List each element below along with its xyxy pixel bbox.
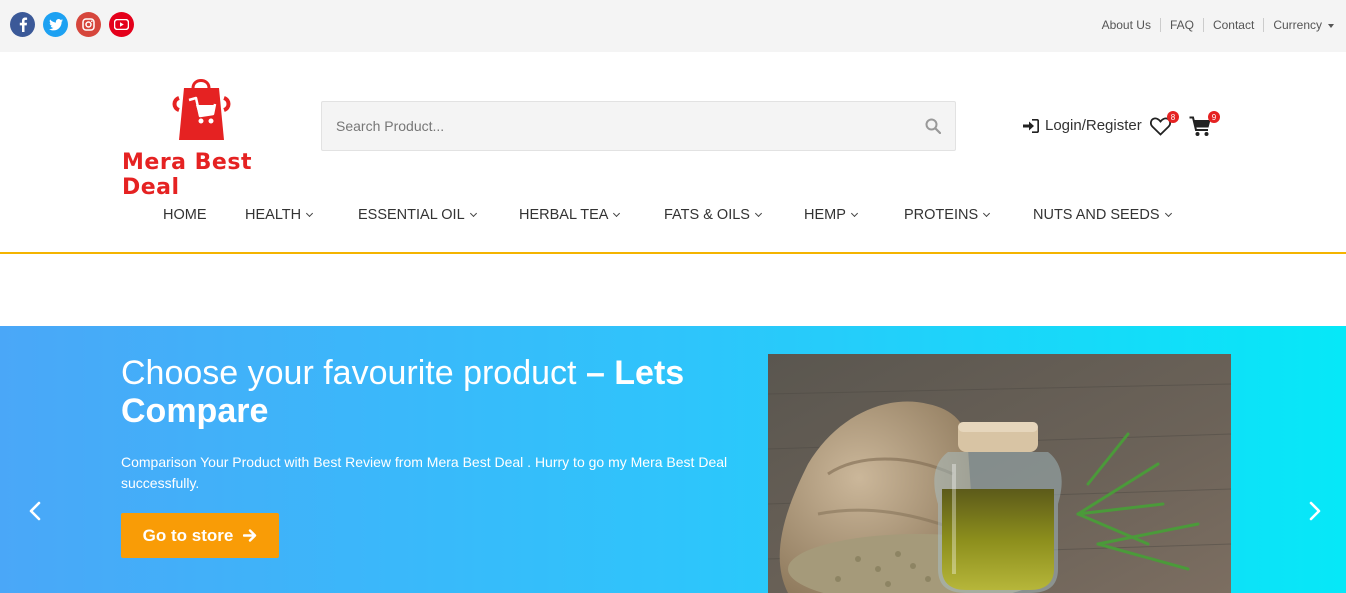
search-input[interactable] bbox=[322, 102, 882, 150]
main-nav: HOME HEALTH ESSENTIAL OIL HERBAL TEA FAT… bbox=[0, 200, 1346, 230]
nav-item-proteins[interactable]: PROTEINS bbox=[904, 207, 991, 223]
chevron-down-icon bbox=[850, 209, 858, 218]
nav-item-fats-oils[interactable]: FATS & OILS bbox=[664, 207, 762, 223]
login-register-label: Login/Register bbox=[1045, 117, 1142, 134]
go-to-store-label: Go to store bbox=[142, 525, 234, 545]
nav-item-label: PROTEINS bbox=[904, 207, 979, 223]
nav-item-label: FATS & OILS bbox=[664, 207, 750, 223]
chevron-down-icon bbox=[469, 209, 477, 218]
nav-item-hemp[interactable]: HEMP bbox=[804, 207, 858, 223]
brand-logo[interactable]: Mera Best Deal bbox=[122, 78, 282, 200]
chevron-down-icon bbox=[754, 209, 762, 218]
chevron-down-icon bbox=[983, 209, 991, 218]
nav-item-label: HEALTH bbox=[245, 207, 302, 223]
nav-item-herbal-tea[interactable]: HERBAL TEA bbox=[519, 207, 621, 223]
nav-item-label: HOME bbox=[163, 207, 207, 223]
top-links: About Us FAQ Contact Currency bbox=[1093, 18, 1334, 32]
sign-in-icon bbox=[1023, 118, 1039, 133]
hero-product-image bbox=[768, 354, 1231, 593]
top-bar: About Us FAQ Contact Currency bbox=[0, 0, 1346, 52]
search-icon[interactable] bbox=[925, 118, 942, 139]
chevron-down-icon bbox=[1164, 209, 1172, 218]
instagram-icon[interactable] bbox=[76, 12, 101, 37]
nav-item-essential-oil[interactable]: ESSENTIAL OIL bbox=[358, 207, 477, 223]
chevron-down-icon bbox=[306, 209, 314, 218]
hero-title-light: Choose your favourite product bbox=[121, 354, 586, 392]
twitter-icon[interactable] bbox=[43, 12, 68, 37]
cart-button[interactable]: 9 bbox=[1189, 111, 1220, 142]
nav-divider bbox=[0, 252, 1346, 254]
nav-item-health[interactable]: HEALTH bbox=[245, 207, 314, 223]
hero-description: Comparison Your Product with Best Review… bbox=[121, 454, 728, 491]
caret-down-icon bbox=[1328, 23, 1334, 28]
arrow-right-icon bbox=[243, 529, 257, 542]
contact-link[interactable]: Contact bbox=[1204, 18, 1265, 32]
facebook-icon[interactable] bbox=[10, 12, 35, 37]
chevron-down-icon bbox=[613, 209, 621, 218]
hero-title: Choose your favourite product – Lets Com… bbox=[121, 354, 741, 430]
login-register-link[interactable]: Login/Register bbox=[1023, 117, 1142, 134]
nav-item-label: ESSENTIAL OIL bbox=[358, 207, 465, 223]
search-bar bbox=[321, 101, 956, 151]
wishlist-button[interactable]: 8 bbox=[1149, 111, 1179, 141]
about-us-link[interactable]: About Us bbox=[1093, 18, 1161, 32]
shopping-bag-logo-icon bbox=[172, 79, 231, 140]
nav-item-label: NUTS AND SEEDS bbox=[1033, 207, 1160, 223]
youtube-icon[interactable] bbox=[109, 12, 134, 37]
nav-item-label: HEMP bbox=[804, 207, 846, 223]
brand-name: Mera Best Deal bbox=[122, 150, 252, 200]
cart-count-badge: 9 bbox=[1208, 111, 1220, 123]
nav-item-nuts-and-seeds[interactable]: NUTS AND SEEDS bbox=[1033, 207, 1172, 223]
nav-item-label: HERBAL TEA bbox=[519, 207, 609, 223]
faq-link[interactable]: FAQ bbox=[1161, 18, 1204, 32]
hero-slider: Choose your favourite product – Lets Com… bbox=[0, 326, 1346, 593]
wishlist-count-badge: 8 bbox=[1167, 111, 1179, 123]
go-to-store-button[interactable]: Go to store bbox=[121, 513, 279, 558]
slider-prev-arrow-icon[interactable] bbox=[28, 501, 42, 526]
currency-label: Currency bbox=[1273, 18, 1322, 32]
nav-item-home[interactable]: HOME bbox=[163, 207, 207, 223]
social-links bbox=[10, 12, 134, 37]
currency-dropdown[interactable]: Currency bbox=[1264, 18, 1334, 32]
slider-next-arrow-icon[interactable] bbox=[1308, 501, 1322, 526]
